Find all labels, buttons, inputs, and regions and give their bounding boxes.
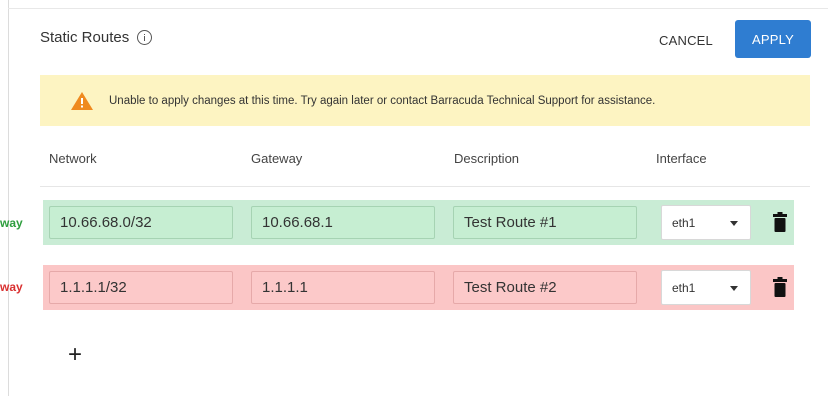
column-header-gateway: Gateway (251, 151, 303, 166)
row-1-status-label: way (0, 216, 23, 230)
chevron-down-icon (730, 286, 738, 291)
panel-left-border (8, 0, 9, 396)
cancel-button[interactable]: CANCEL (646, 22, 726, 58)
interface-select[interactable]: eth1 (661, 205, 751, 240)
route-row-1: 10.66.68.0/32 10.66.68.1 Test Route #1 e… (43, 200, 794, 245)
warning-triangle-icon (71, 91, 93, 110)
page-title-text: Static Routes (40, 29, 130, 46)
gateway-input[interactable]: 1.1.1.1 (251, 271, 435, 304)
trash-icon[interactable] (773, 211, 787, 233)
add-route-button[interactable]: + (63, 341, 87, 369)
description-input[interactable]: Test Route #2 (453, 271, 637, 304)
chevron-down-icon (730, 221, 738, 226)
page-title: Static Routes (40, 29, 153, 46)
route-row-2: 1.1.1.1/32 1.1.1.1 Test Route #2 eth1 (43, 265, 794, 310)
info-icon[interactable] (137, 30, 153, 45)
column-header-interface: Interface (656, 151, 707, 166)
warning-message: Unable to apply changes at this time. Tr… (109, 94, 656, 107)
interface-select-value: eth1 (672, 215, 696, 230)
trash-icon[interactable] (773, 276, 787, 298)
column-header-description: Description (454, 151, 520, 166)
header-divider (40, 186, 810, 187)
network-input[interactable]: 1.1.1.1/32 (49, 271, 233, 304)
warning-banner: Unable to apply changes at this time. Tr… (40, 75, 810, 126)
gateway-input[interactable]: 10.66.68.1 (251, 206, 435, 239)
row-2-status-label: way (0, 280, 23, 294)
description-input[interactable]: Test Route #1 (453, 206, 637, 239)
panel-top-border (8, 8, 828, 9)
column-header-network: Network (49, 151, 97, 166)
interface-select-value: eth1 (672, 280, 696, 295)
interface-select[interactable]: eth1 (661, 270, 751, 305)
network-input[interactable]: 10.66.68.0/32 (49, 206, 233, 239)
apply-button[interactable]: APPLY (735, 20, 811, 58)
